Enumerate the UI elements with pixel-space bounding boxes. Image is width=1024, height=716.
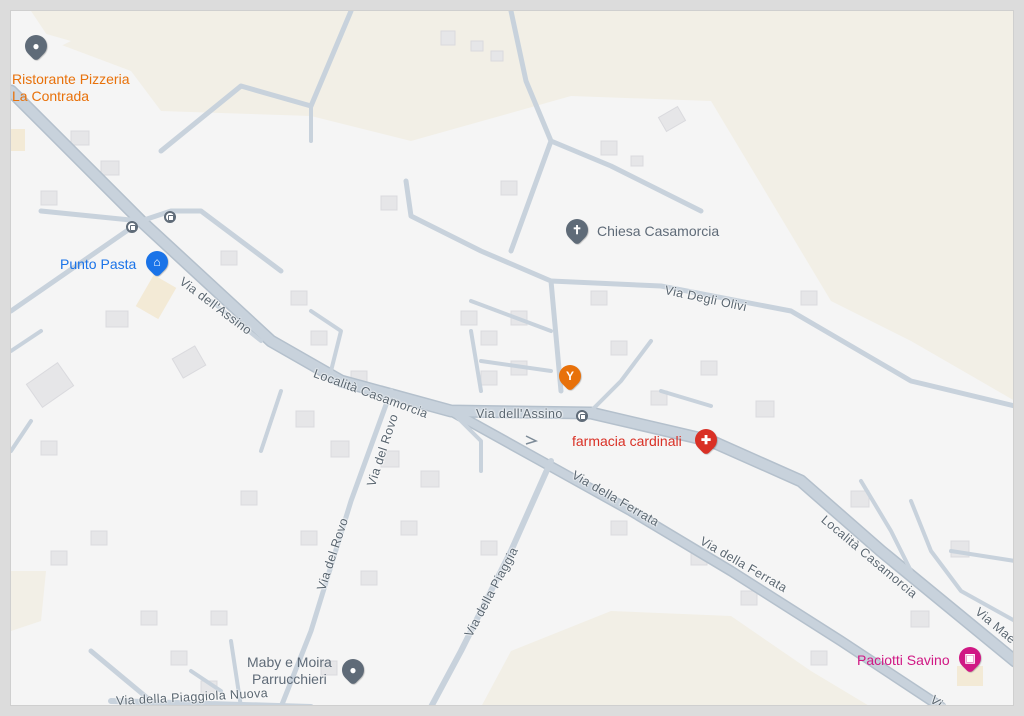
map-base-layer: [11, 11, 1013, 705]
street-label: Via dell'Assino: [476, 407, 563, 421]
cocktail-icon[interactable]: Y: [554, 360, 586, 392]
poi-name-line1: Maby e Moira: [247, 654, 332, 670]
poi-label-punto-pasta[interactable]: Punto Pasta: [60, 256, 136, 273]
poi-label-paciotti[interactable]: Paciotti Savino: [857, 652, 950, 669]
bus-stop-icon[interactable]: [164, 211, 176, 223]
poi-label-farmacia[interactable]: farmacia cardinali: [572, 433, 682, 450]
generic-pin-icon[interactable]: ●: [337, 654, 369, 686]
poi-label-ristorante[interactable]: Ristorante Pizzeria La Contrada: [12, 71, 130, 105]
poi-label-maby[interactable]: Maby e Moira Parrucchieri: [247, 654, 332, 688]
cross-icon[interactable]: ✝: [561, 214, 593, 246]
poi-label-chiesa[interactable]: Chiesa Casamorcia: [597, 223, 719, 240]
store-icon[interactable]: ▣: [954, 642, 986, 674]
pharmacy-icon[interactable]: ✚: [690, 424, 722, 456]
generic-pin-icon[interactable]: ●: [20, 30, 52, 62]
bus-stop-icon[interactable]: [126, 221, 138, 233]
poi-name-line1: Ristorante Pizzeria: [12, 71, 130, 87]
shopping-bag-icon[interactable]: ⌂: [141, 246, 173, 278]
map-canvas[interactable]: ● Ristorante Pizzeria La Contrada Punto …: [10, 10, 1014, 706]
bus-stop-icon[interactable]: [576, 410, 588, 422]
poi-name-line2: La Contrada: [12, 88, 90, 104]
